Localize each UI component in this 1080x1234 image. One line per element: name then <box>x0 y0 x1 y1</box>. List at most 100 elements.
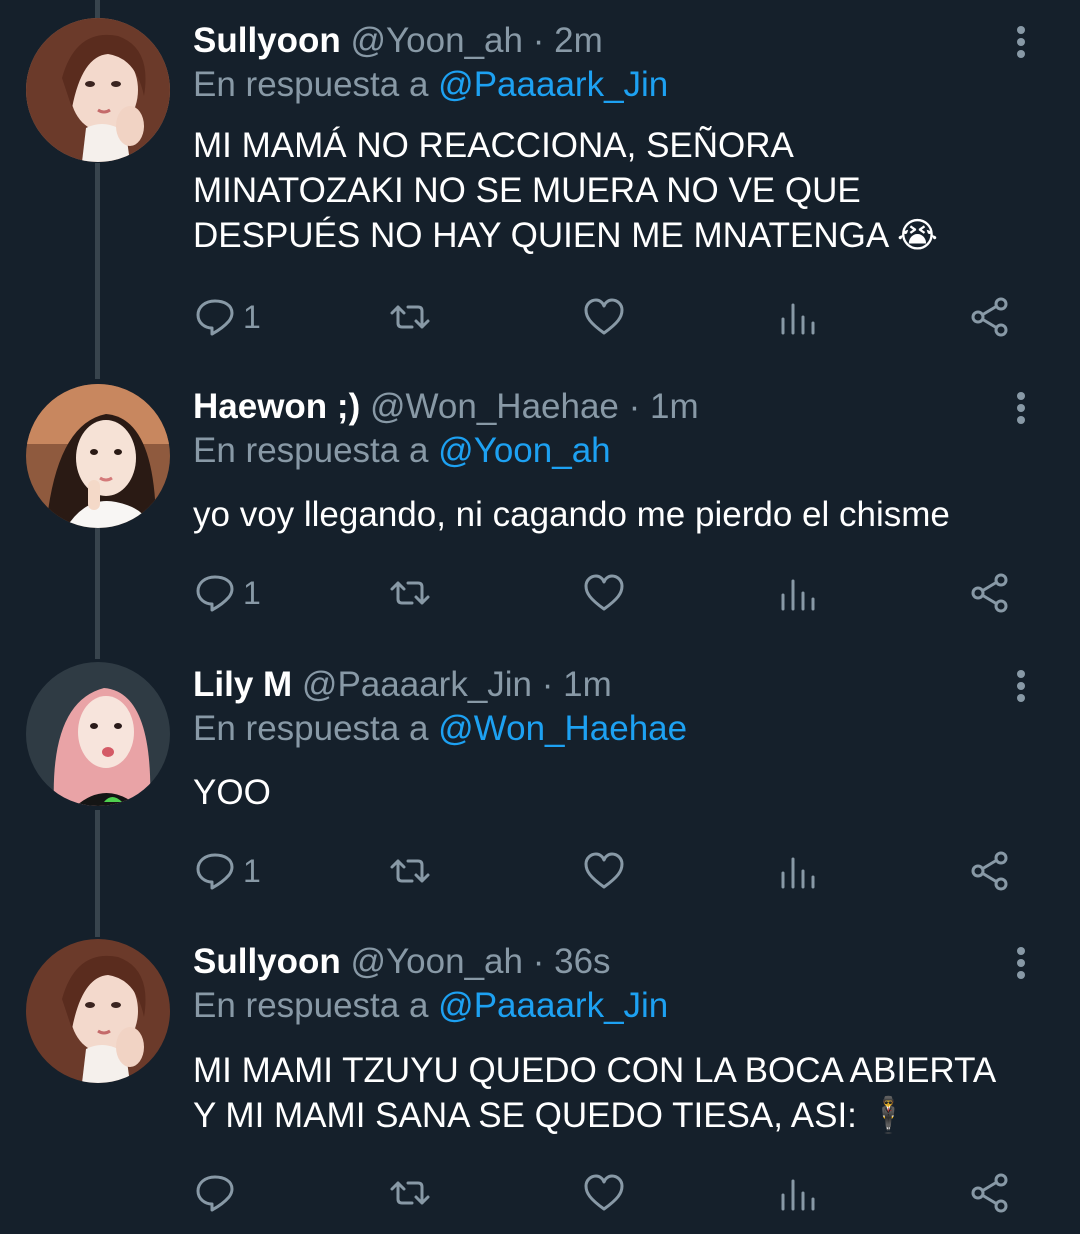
reply-count: 1 <box>243 852 261 889</box>
reply-label: En respuesta a <box>193 986 429 1025</box>
tweet-text: MI MAMI TZUYU QUEDO CON LA BOCA ABIERTA … <box>193 1048 1053 1138</box>
retweet-button[interactable] <box>388 292 432 342</box>
timestamp[interactable]: 36s <box>554 942 610 981</box>
thread-line <box>95 0 100 18</box>
thread-line <box>95 163 100 379</box>
reply-mention[interactable]: @Yoon_ah <box>438 431 610 470</box>
reply-label: En respuesta a <box>193 65 429 104</box>
retweet-button[interactable] <box>388 1168 432 1218</box>
share-icon <box>971 851 1008 891</box>
tweet-text-line: MI MAMI TZUYU QUEDO CON LA BOCA ABIERTA <box>193 1051 997 1090</box>
separator: · <box>532 21 545 60</box>
analytics-icon <box>781 857 815 889</box>
separator: · <box>541 665 554 704</box>
reply-context: En respuesta a @Yoon_ah <box>193 428 611 474</box>
like-icon <box>584 852 624 889</box>
display-name[interactable]: Lily M <box>193 665 292 704</box>
like-button[interactable] <box>582 292 626 342</box>
reply-mention[interactable]: @Paaaark_Jin <box>438 986 668 1025</box>
tweet-text: YOO <box>193 770 1053 815</box>
user-handle[interactable]: @Won_Haehae <box>370 387 619 426</box>
reply-icon <box>196 853 234 890</box>
separator: · <box>628 387 641 426</box>
retweet-icon <box>390 1181 430 1205</box>
tweet-text: MI MAMÁ NO REACCIONA, SEÑORA MINATOZAKI … <box>193 123 1053 258</box>
tweet-header: Sullyoon @Yoon_ah · 2m <box>193 18 603 64</box>
reply-button[interactable]: 1 <box>193 846 261 896</box>
analytics-button[interactable] <box>776 292 820 342</box>
reply-button[interactable]: 1 <box>193 568 261 618</box>
display-name[interactable]: Sullyoon <box>193 21 341 60</box>
reply-button[interactable]: 1 <box>193 292 261 342</box>
tweet-text-line: MINATOZAKI NO SE MUERA NO VE QUE <box>193 171 861 210</box>
reply-count: 1 <box>243 574 261 611</box>
analytics-button[interactable] <box>776 568 820 618</box>
timestamp[interactable]: 1m <box>563 665 612 704</box>
more-icon[interactable] <box>1006 666 1036 706</box>
avatar[interactable] <box>26 662 170 806</box>
more-icon[interactable] <box>1006 388 1036 428</box>
like-icon <box>584 574 624 611</box>
timestamp[interactable]: 2m <box>554 21 603 60</box>
reply-icon <box>196 1175 234 1212</box>
tweet-text-line: YOO <box>193 773 271 812</box>
like-button[interactable] <box>582 568 626 618</box>
share-icon <box>971 1173 1008 1213</box>
reply-context: En respuesta a @Won_Haehae <box>193 706 687 752</box>
more-icon[interactable] <box>1006 22 1036 62</box>
analytics-icon <box>781 579 815 611</box>
reply-context: En respuesta a @Paaaark_Jin <box>193 62 668 108</box>
tweet-header: Lily M @Paaaark_Jin · 1m <box>193 662 612 708</box>
share-button[interactable] <box>968 846 1012 896</box>
retweet-button[interactable] <box>388 568 432 618</box>
tweet-header: Haewon ;) @Won_Haehae · 1m <box>193 384 699 430</box>
avatar[interactable] <box>26 384 170 528</box>
like-button[interactable] <box>582 1168 626 1218</box>
avatar[interactable] <box>26 939 170 1083</box>
tweet-text: yo voy llegando, ni cagando me pierdo el… <box>193 492 1053 537</box>
analytics-button[interactable] <box>776 846 820 896</box>
share-button[interactable] <box>968 292 1012 342</box>
user-handle[interactable]: @Yoon_ah <box>351 21 523 60</box>
tweet-text-line: Y MI MAMI SANA SE QUEDO TIESA, ASI: 🕴 <box>193 1096 911 1135</box>
retweet-icon <box>390 581 430 605</box>
action-bar: 1 <box>0 292 1080 342</box>
retweet-button[interactable] <box>388 846 432 896</box>
tweet-text-line: yo voy llegando, ni cagando me pierdo el… <box>193 495 950 534</box>
reply-icon <box>196 575 234 612</box>
share-icon <box>971 573 1008 613</box>
reply-mention[interactable]: @Paaaark_Jin <box>438 65 668 104</box>
like-button[interactable] <box>582 846 626 896</box>
reply-icon <box>196 299 234 336</box>
tweet-header: Sullyoon @Yoon_ah · 36s <box>193 939 611 985</box>
retweet-icon <box>390 859 430 883</box>
share-button[interactable] <box>968 1168 1012 1218</box>
reply-label: En respuesta a <box>193 709 429 748</box>
user-handle[interactable]: @Paaaark_Jin <box>302 665 532 704</box>
action-bar: 1 <box>0 568 1080 618</box>
share-button[interactable] <box>968 568 1012 618</box>
separator: · <box>532 942 545 981</box>
analytics-icon <box>781 303 815 335</box>
like-icon <box>584 1174 624 1211</box>
action-bar: 1 <box>0 846 1080 896</box>
reply-button[interactable] <box>193 1168 243 1218</box>
reply-count: 1 <box>243 298 261 335</box>
tweet-text-line: DESPUÉS NO HAY QUIEN ME MNATENGA 😭 <box>193 216 938 255</box>
analytics-button[interactable] <box>776 1168 820 1218</box>
display-name[interactable]: Sullyoon <box>193 942 341 981</box>
action-bar <box>0 1168 1080 1218</box>
user-handle[interactable]: @Yoon_ah <box>351 942 523 981</box>
avatar[interactable] <box>26 18 170 162</box>
analytics-icon <box>781 1179 815 1211</box>
display-name[interactable]: Haewon ;) <box>193 387 360 426</box>
reply-label: En respuesta a <box>193 431 429 470</box>
more-icon[interactable] <box>1006 943 1036 983</box>
tweet-text-line: MI MAMÁ NO REACCIONA, SEÑORA <box>193 126 794 165</box>
retweet-icon <box>390 305 430 329</box>
like-icon <box>584 298 624 335</box>
reply-mention[interactable]: @Won_Haehae <box>438 709 687 748</box>
reply-context: En respuesta a @Paaaark_Jin <box>193 983 668 1029</box>
timestamp[interactable]: 1m <box>650 387 699 426</box>
share-icon <box>971 297 1008 337</box>
